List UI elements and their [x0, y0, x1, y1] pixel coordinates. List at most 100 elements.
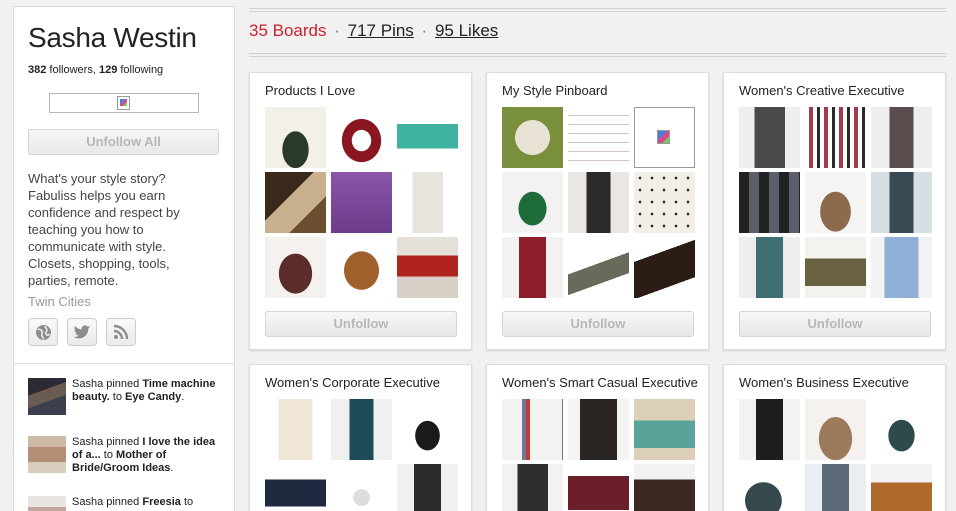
pin-thumbnail[interactable] [634, 237, 695, 298]
activity-pin-link[interactable]: Freesia [142, 496, 181, 508]
pin-thumbnail[interactable] [739, 107, 800, 168]
profile-bio: What's your style story? Fabuliss helps … [28, 171, 180, 288]
board-title[interactable]: Women's Smart Casual Executive [502, 375, 698, 390]
pin-thumbnail[interactable] [265, 107, 326, 168]
pin-thumbnail[interactable] [397, 172, 458, 233]
pin-thumbnail[interactable] [871, 107, 932, 168]
pin-thumbnail[interactable] [805, 172, 866, 233]
profile-location: Twin Cities [28, 294, 91, 309]
activity-end: . [181, 391, 185, 403]
pin-thumbnail[interactable] [331, 107, 392, 168]
pin-thumbnail[interactable] [871, 464, 932, 511]
board-card[interactable]: Women's Corporate Executive [249, 364, 472, 511]
pin-thumbnail[interactable] [871, 399, 932, 460]
pin-thumbnail[interactable] [502, 464, 563, 511]
board-thumbnails [265, 399, 458, 511]
pin-thumbnail[interactable] [739, 399, 800, 460]
pin-thumbnail[interactable] [265, 399, 326, 460]
pin-thumbnail[interactable] [634, 107, 695, 168]
globe-icon[interactable] [28, 318, 58, 346]
activity-prefix: Sasha pinned [72, 378, 140, 390]
pin-thumbnail[interactable] [739, 172, 800, 233]
pin-thumbnail[interactable] [331, 172, 392, 233]
pin-thumbnail[interactable] [739, 237, 800, 298]
boards-count[interactable]: 35 Boards [249, 21, 327, 40]
activity-thumbnail[interactable] [28, 496, 66, 511]
pin-thumbnail[interactable] [397, 464, 458, 511]
activity-text: Sasha pinned I love the idea of a... to … [72, 436, 220, 475]
pin-thumbnail[interactable] [397, 107, 458, 168]
twitter-icon[interactable] [67, 318, 97, 346]
pin-thumbnail[interactable] [397, 399, 458, 460]
activity-connector: to [183, 496, 194, 508]
pin-thumbnail[interactable] [634, 172, 695, 233]
likes-count[interactable]: 95 Likes [435, 21, 498, 40]
pin-thumbnail[interactable] [634, 399, 695, 460]
pin-thumbnail[interactable] [331, 237, 392, 298]
board-title[interactable]: Women's Creative Executive [739, 83, 905, 98]
pin-thumbnail[interactable] [739, 464, 800, 511]
pin-thumbnail[interactable] [634, 464, 695, 511]
pin-thumbnail[interactable] [265, 172, 326, 233]
board-thumbnails [739, 399, 932, 511]
follow-counts: 382 followers, 129 following [28, 64, 220, 76]
pin-thumbnail[interactable] [568, 107, 629, 168]
board-title[interactable]: Products I Love [265, 83, 355, 98]
board-card[interactable]: Women's Business Executive [723, 364, 946, 511]
rss-icon[interactable] [106, 318, 136, 346]
pin-thumbnail[interactable] [568, 464, 629, 511]
unfollow-all-button[interactable]: Unfollow All [28, 129, 219, 155]
stats-separator: · [334, 21, 340, 40]
profile-card: Sasha Westin 382 followers, 129 followin… [14, 7, 234, 364]
pin-thumbnail[interactable] [502, 399, 563, 460]
pin-thumbnail[interactable] [568, 237, 629, 298]
board-unfollow-button[interactable]: Unfollow [739, 311, 931, 337]
pin-thumbnail[interactable] [265, 464, 326, 511]
board-title[interactable]: Women's Business Executive [739, 375, 909, 390]
activity-board-link[interactable]: Eye Candy [125, 391, 181, 403]
pin-thumbnail[interactable] [397, 237, 458, 298]
pin-thumbnail[interactable] [871, 237, 932, 298]
pin-thumbnail[interactable] [331, 399, 392, 460]
activity-text: Sasha pinned Freesia to [72, 496, 193, 511]
activity-prefix: Sasha pinned [72, 436, 140, 448]
divider [249, 56, 946, 57]
broken-image-icon [117, 96, 130, 110]
pin-thumbnail[interactable] [502, 172, 563, 233]
board-title[interactable]: Women's Corporate Executive [265, 375, 440, 390]
followers-count[interactable]: 382 [28, 64, 46, 76]
board-unfollow-button[interactable]: Unfollow [265, 311, 457, 337]
following-count[interactable]: 129 [99, 64, 117, 76]
board-card[interactable]: Women's Creative Executive Unfollow [723, 72, 946, 350]
pin-thumbnail[interactable] [331, 464, 392, 511]
pin-thumbnail[interactable] [502, 237, 563, 298]
pin-thumbnail[interactable] [805, 107, 866, 168]
board-card[interactable]: Women's Smart Casual Executive [486, 364, 709, 511]
pin-thumbnail[interactable] [871, 172, 932, 233]
pin-thumbnail[interactable] [502, 107, 563, 168]
pin-thumbnail[interactable] [568, 172, 629, 233]
board-card[interactable]: My Style Pinboard Unfollow [486, 72, 709, 350]
pin-thumbnail[interactable] [805, 464, 866, 511]
pin-thumbnail[interactable] [265, 237, 326, 298]
board-card[interactable]: Products I Love Unfollow [249, 72, 472, 350]
divider [249, 53, 946, 54]
board-thumbnails [502, 107, 695, 298]
followers-label[interactable]: followers, [49, 64, 95, 76]
activity-item[interactable]: Sasha pinned Freesia to [28, 496, 220, 511]
activity-item[interactable]: Sasha pinned Time machine beauty. to Eye… [28, 378, 220, 415]
activity-prefix: Sasha pinned [72, 496, 140, 508]
board-unfollow-button[interactable]: Unfollow [502, 311, 694, 337]
board-title[interactable]: My Style Pinboard [502, 83, 608, 98]
pins-count[interactable]: 717 Pins [348, 21, 414, 40]
activity-thumbnail[interactable] [28, 378, 66, 415]
divider [249, 11, 946, 12]
stats-separator: · [421, 21, 428, 40]
following-label[interactable]: following [120, 64, 163, 76]
pin-thumbnail[interactable] [805, 399, 866, 460]
profile-stats: 35 Boards · 717 Pins · 95 Likes [249, 21, 498, 41]
pin-thumbnail[interactable] [805, 237, 866, 298]
activity-thumbnail[interactable] [28, 436, 66, 473]
activity-item[interactable]: Sasha pinned I love the idea of a... to … [28, 436, 220, 475]
pin-thumbnail[interactable] [568, 399, 629, 460]
